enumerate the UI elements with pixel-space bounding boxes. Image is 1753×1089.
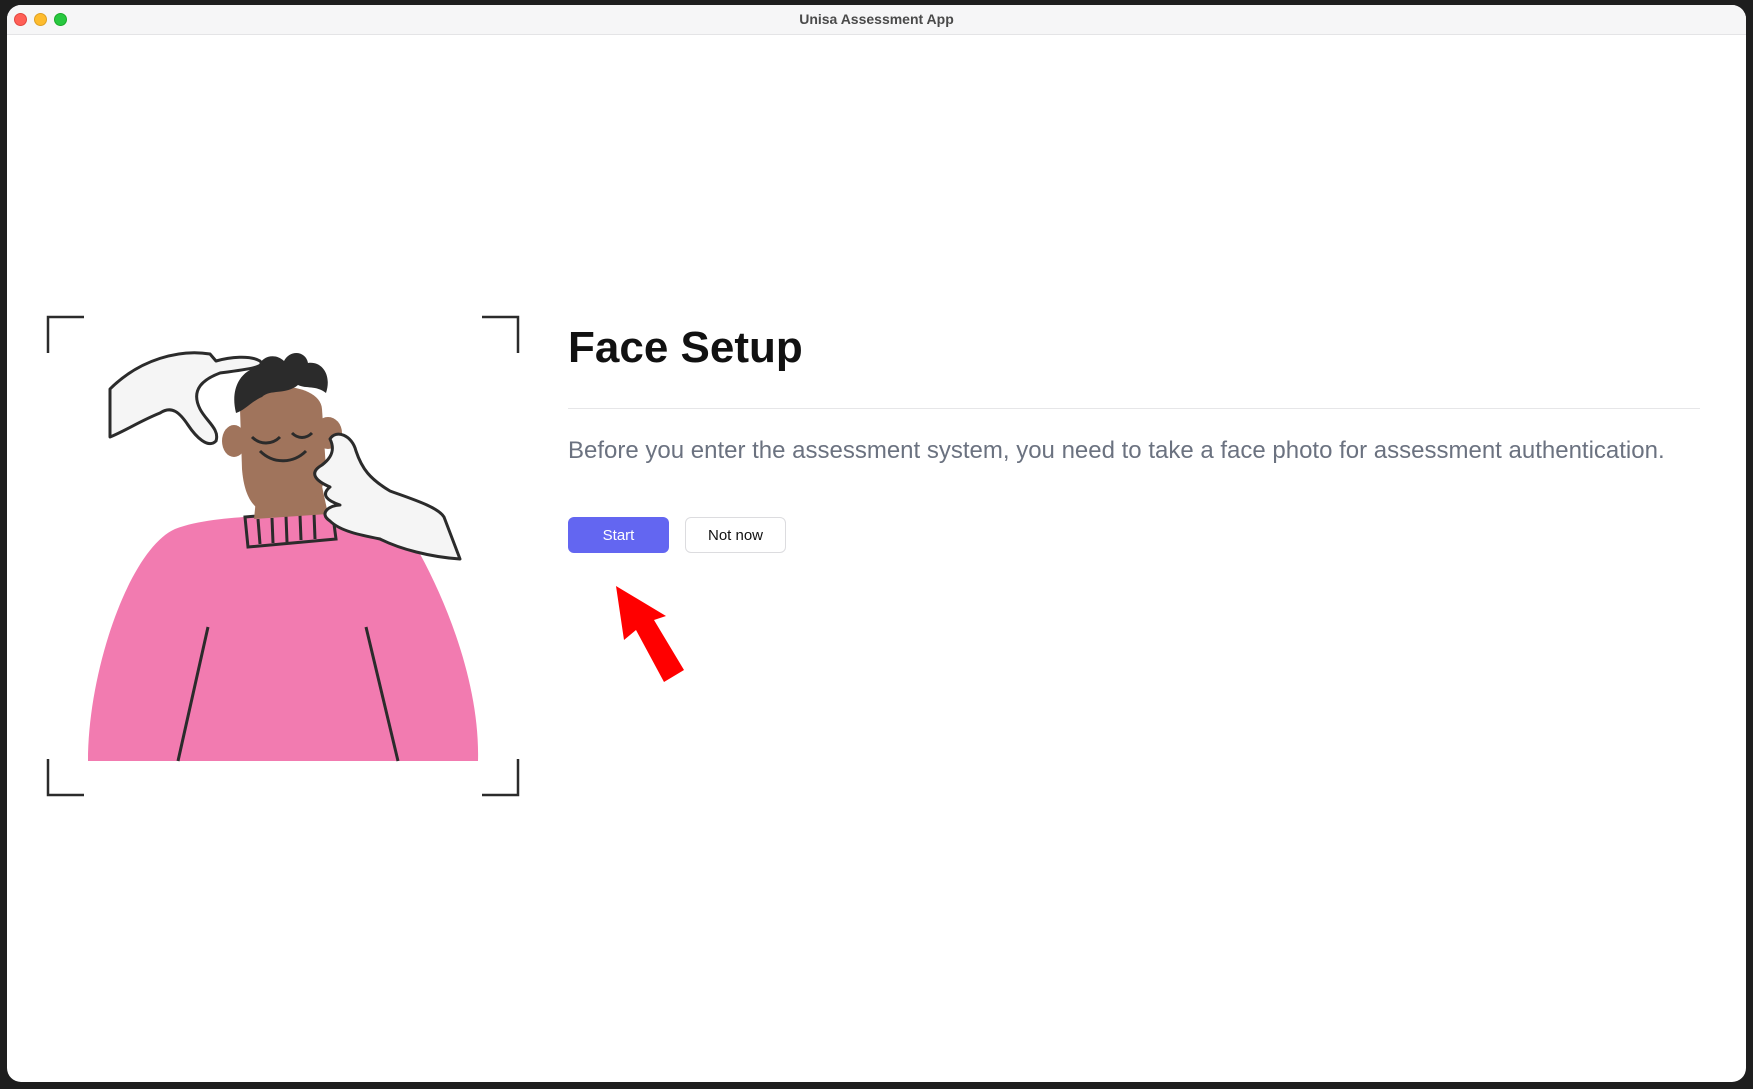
- red-arrow-icon: [616, 586, 684, 682]
- face-setup-illustration: [46, 315, 520, 797]
- window-title: Unisa Assessment App: [799, 11, 954, 27]
- button-group: Start Not now: [568, 517, 1708, 553]
- corner-bottom-right: [482, 759, 520, 797]
- not-now-button[interactable]: Not now: [685, 517, 786, 553]
- description-text: Before you enter the assessment system, …: [568, 437, 1665, 464]
- start-button[interactable]: Start: [568, 517, 669, 553]
- page-title: Face Setup: [568, 323, 803, 372]
- corner-top-right: [482, 315, 520, 353]
- corner-bottom-left: [46, 759, 84, 797]
- face: [240, 386, 326, 514]
- title-bar: Unisa Assessment App: [7, 5, 1746, 35]
- main-content: Face Setup Before you enter the assessme…: [568, 318, 1708, 553]
- corner-top-left: [46, 315, 84, 353]
- divider: [568, 408, 1700, 409]
